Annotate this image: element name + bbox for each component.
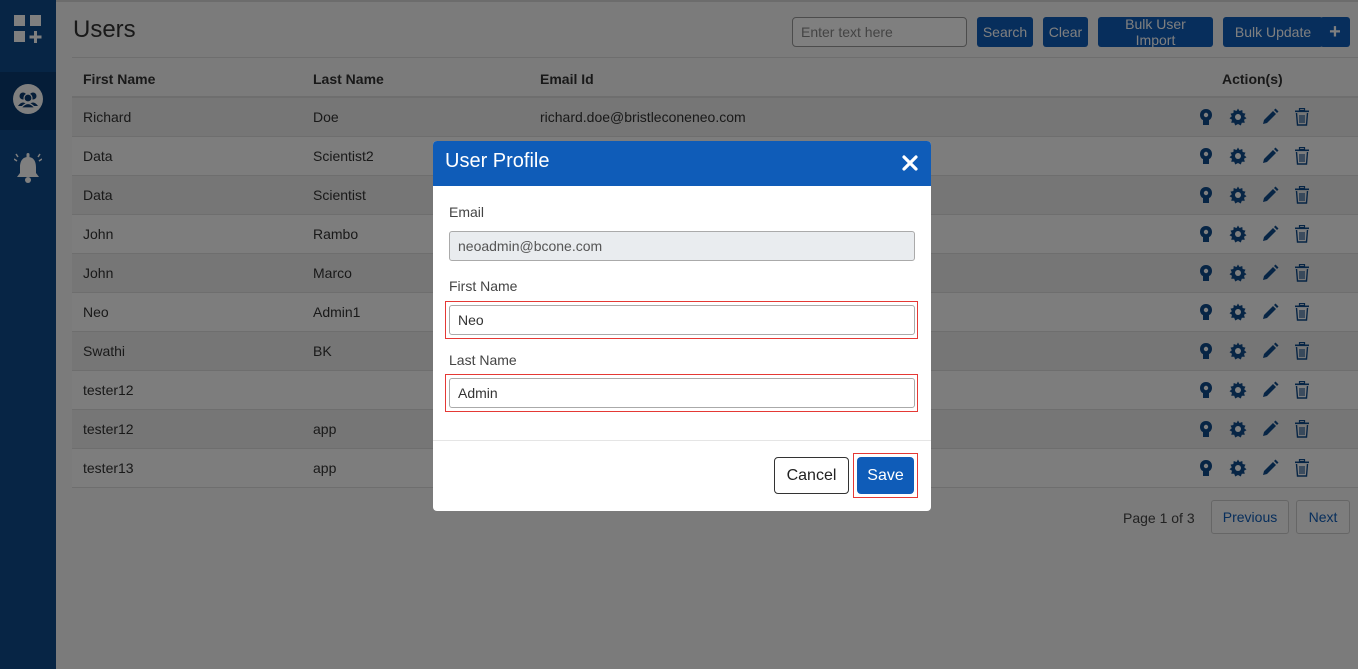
dialog-title: User Profile	[445, 150, 550, 172]
email-field	[449, 231, 915, 261]
save-button[interactable]: Save	[857, 457, 914, 494]
cancel-button[interactable]: Cancel	[774, 457, 849, 494]
first-name-field[interactable]	[449, 305, 915, 335]
last-name-label: Last Name	[449, 352, 517, 368]
close-icon[interactable]	[899, 152, 921, 174]
dialog-footer-divider	[433, 440, 931, 441]
email-label: Email	[449, 204, 485, 220]
user-profile-dialog: User Profile Email First Name Last Name …	[433, 141, 931, 511]
last-name-field[interactable]	[449, 378, 915, 408]
dialog-header: User Profile	[433, 141, 931, 186]
first-name-label: First Name	[449, 278, 518, 294]
